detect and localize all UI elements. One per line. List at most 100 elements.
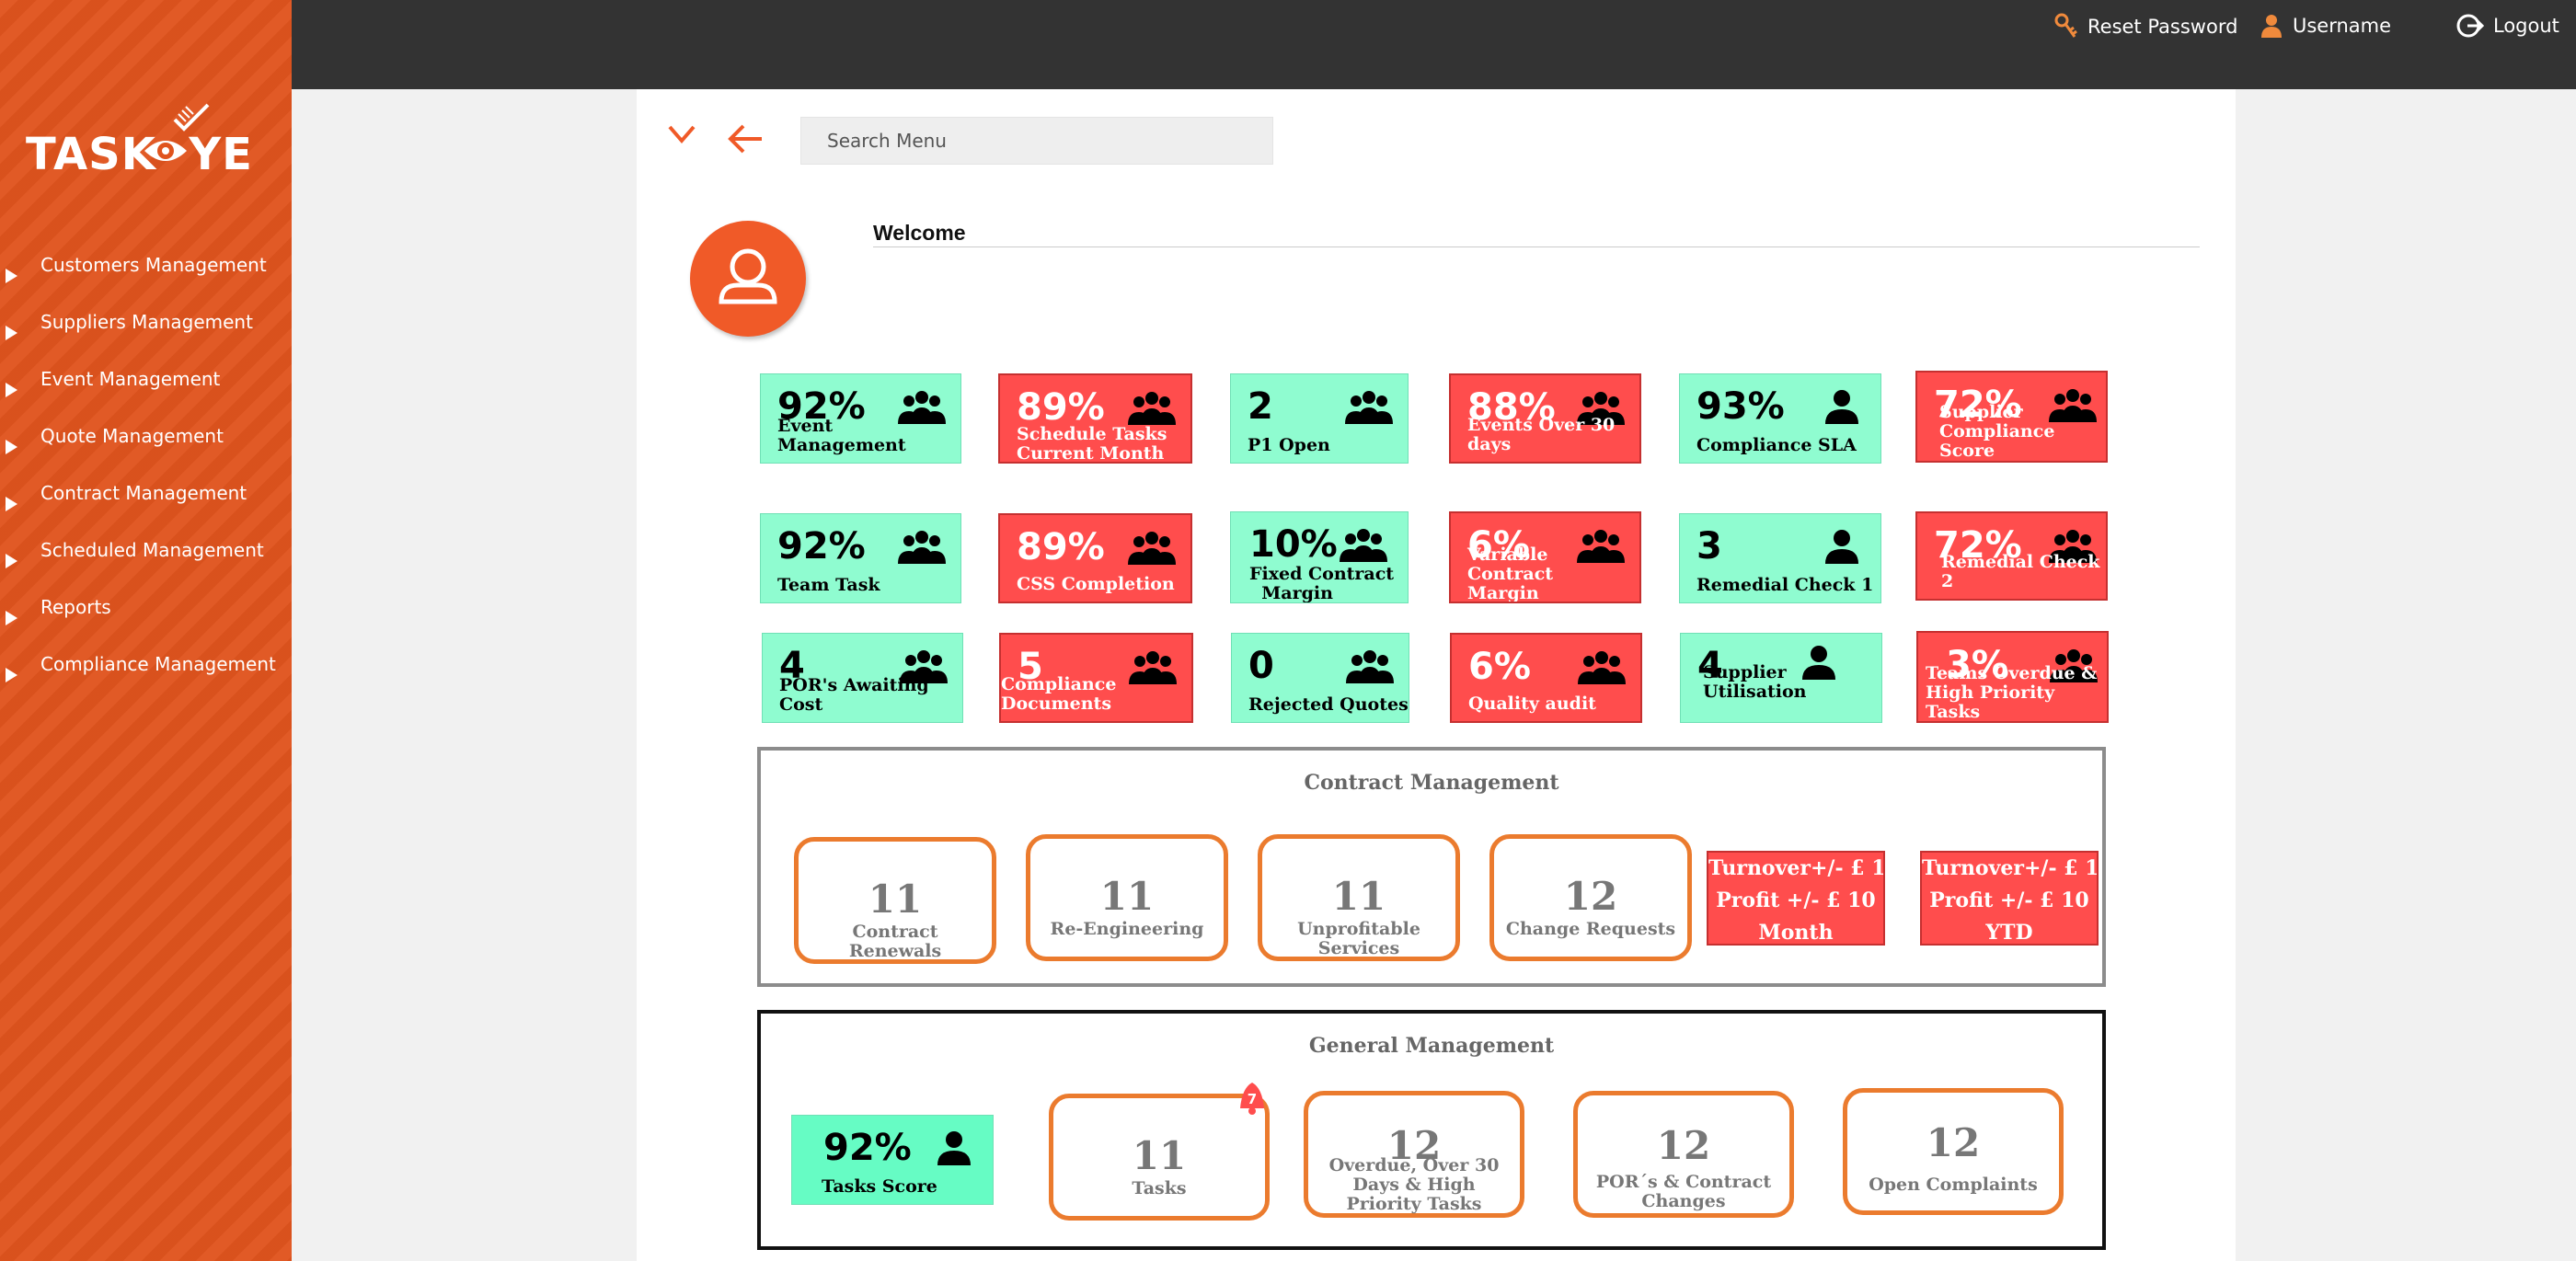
kpi-fixed-contract-margin[interactable]: 10% Fixed Contract Margin: [1230, 511, 1409, 603]
caret-right-icon: [6, 554, 17, 568]
group-icon: [1346, 650, 1394, 683]
kpi-variable-contract-margin[interactable]: 6% Variable Contract Margin: [1449, 511, 1641, 603]
kpi-label: Tasks Score: [822, 1176, 937, 1197]
group-icon: [1128, 532, 1176, 565]
logout-label: Logout: [2493, 15, 2559, 37]
sidebar-nav: Customers Management Suppliers Managemen…: [0, 246, 292, 703]
turnover-profit-ytd[interactable]: Turnover+/- £ 10 Profit +/- £ 10 YTD: [1920, 851, 2099, 946]
caret-right-icon: [6, 440, 17, 454]
re-engineering-box[interactable]: 11 Re-Engineering: [1026, 834, 1228, 961]
contract-renewals-box[interactable]: 11 Contract Renewals: [794, 837, 996, 964]
sidebar-item-label: Suppliers Management: [40, 311, 253, 333]
notification-badge-icon[interactable]: 7: [1235, 1081, 1270, 1116]
group-icon: [1578, 651, 1626, 684]
box-label: Open Complaints: [1869, 1175, 2038, 1195]
sidebar-item-customers-management[interactable]: Customers Management: [0, 246, 292, 304]
box-label: Change Requests: [1505, 919, 1676, 939]
sidebar-item-event-management[interactable]: Event Management: [0, 361, 292, 418]
kpi-value: 92%: [777, 525, 866, 567]
kpi-label: P1 Open: [1248, 435, 1330, 455]
financial-line: YTD: [1985, 921, 2033, 945]
person-icon: [1825, 390, 1858, 424]
logout-icon: [2456, 14, 2484, 38]
caret-right-icon: [6, 383, 17, 397]
sidebar-item-compliance-management[interactable]: Compliance Management: [0, 646, 292, 703]
avatar[interactable]: [690, 221, 806, 337]
box-value: 11: [868, 877, 923, 922]
overdue-priority-tasks-box[interactable]: 12 Overdue, Over 30 Days & High Priority T…: [1304, 1091, 1524, 1218]
kpi-pors-awaiting-cost[interactable]: 4 POR's Awaiting Cost: [762, 633, 963, 723]
unprofitable-services-box[interactable]: 11 Unprofitable Services: [1258, 834, 1460, 961]
kpi-rejected-quotes[interactable]: 0 Rejected Quotes: [1231, 633, 1409, 723]
kpi-value: 0: [1248, 645, 1274, 687]
search-menu-input[interactable]: [800, 117, 1273, 165]
section-title: Contract Management: [1304, 771, 1559, 795]
kpi-label-line: High Priority Tasks: [1926, 682, 2055, 722]
kpi-supplier-utilisation[interactable]: 4 Supplier Utilisation: [1680, 633, 1882, 723]
tasks-score-tile[interactable]: 92% Tasks Score: [791, 1115, 994, 1205]
user-avatar-icon: [719, 248, 777, 304]
kpi-label-line: Supplier: [1939, 402, 2023, 422]
box-value: 12: [1656, 1123, 1711, 1168]
kpi-label: Schedule Tasks Current Month: [1017, 425, 1167, 464]
kpi-compliance-documents[interactable]: 5 Compliance Documents: [999, 633, 1193, 723]
sidebar-item-reports[interactable]: Reports: [0, 589, 292, 646]
financial-line: Profit +/- £ 10: [1716, 888, 1876, 912]
kpi-schedule-tasks[interactable]: 89% Schedule Tasks Current Month: [998, 373, 1192, 464]
kpi-quality-audit[interactable]: 6% Quality audit: [1450, 633, 1642, 723]
kpi-value: 6%: [1468, 646, 1531, 688]
kpi-label-line: Margin: [1261, 583, 1333, 603]
kpi-event-management[interactable]: 92% Event Management: [760, 373, 961, 464]
box-value: 11: [1099, 874, 1155, 919]
sidebar-item-label: Quote Management: [40, 425, 224, 447]
open-complaints-box[interactable]: 12 Open Complaints: [1843, 1088, 2064, 1215]
financial-line: Profit +/- £ 10: [1929, 888, 2089, 912]
sidebar-item-quote-management[interactable]: Quote Management: [0, 418, 292, 475]
kpi-remedial-check-2[interactable]: 72% Remedial Check 2: [1915, 511, 2108, 601]
kpi-value: 3: [1696, 525, 1722, 567]
sidebar-item-label: Reports: [40, 596, 111, 618]
box-label-line: Priority Tasks: [1346, 1194, 1482, 1214]
group-icon: [898, 531, 946, 564]
turnover-profit-month[interactable]: Turnover+/- £ 10 Profit +/- £ 10 Month: [1707, 851, 1885, 946]
box-label-line: POR´s & Contract: [1595, 1172, 1772, 1192]
logout-link[interactable]: Logout: [2456, 13, 2559, 39]
kpi-label-line: Compliance Score: [1939, 421, 2055, 461]
chevron-down-icon[interactable]: [666, 123, 697, 145]
change-requests-box[interactable]: 12 Change Requests: [1489, 834, 1692, 961]
kpi-supplier-compliance-score[interactable]: 72% Supplier Compliance Score: [1915, 371, 2108, 463]
taskeye-logo[interactable]: TASK YE: [26, 101, 256, 184]
sidebar-item-label: Scheduled Management: [40, 539, 264, 561]
box-label-line: Contract: [852, 922, 938, 942]
kpi-compliance-sla[interactable]: 93% Compliance SLA: [1679, 373, 1881, 464]
kpi-label: Rejected Quotes: [1248, 694, 1409, 715]
username-label: Username: [2293, 15, 2392, 37]
username-menu[interactable]: Username: [2260, 13, 2391, 39]
sidebar-item-label: Compliance Management: [40, 653, 276, 675]
kpi-teams-overdue[interactable]: 3% Teams Overdue & High Priority Tasks: [1916, 631, 2109, 723]
reset-password-link[interactable]: Reset Password: [2054, 13, 2237, 40]
kpi-events-over-30-days[interactable]: 88% Events Over 30 days: [1449, 373, 1641, 464]
kpi-value: 89%: [1017, 526, 1105, 568]
financial-line: Month: [1758, 921, 1834, 945]
kpi-css-completion[interactable]: 89% CSS Completion: [998, 513, 1192, 603]
sidebar-item-scheduled-management[interactable]: Scheduled Management: [0, 532, 292, 589]
kpi-value: 89%: [1017, 386, 1105, 429]
kpi-label: Event Management: [777, 416, 906, 455]
kpi-value: 10%: [1249, 523, 1338, 566]
sidebar: TASK YE Customers Management Suppliers M…: [0, 0, 292, 1261]
kpi-label: Team Task: [777, 575, 880, 595]
kpi-label-line: Current Month: [1017, 443, 1165, 464]
kpi-team-task[interactable]: 92% Team Task: [760, 513, 961, 603]
arrow-left-icon[interactable]: [727, 123, 764, 155]
kpi-value: 93%: [1696, 385, 1785, 428]
group-icon: [1340, 529, 1387, 562]
kpi-remedial-check-1[interactable]: 3 Remedial Check 1: [1679, 513, 1881, 603]
user-icon: [2261, 15, 2282, 38]
box-label: Overdue, Over 30 Days & High Priority Task…: [1308, 1156, 1520, 1214]
pors-contract-changes-box[interactable]: 12 POR´s & Contract Changes: [1573, 1091, 1794, 1218]
kpi-p1-open[interactable]: 2 P1 Open: [1230, 373, 1409, 464]
sidebar-item-contract-management[interactable]: Contract Management: [0, 475, 292, 532]
caret-right-icon: [6, 269, 17, 283]
sidebar-item-suppliers-management[interactable]: Suppliers Management: [0, 304, 292, 361]
